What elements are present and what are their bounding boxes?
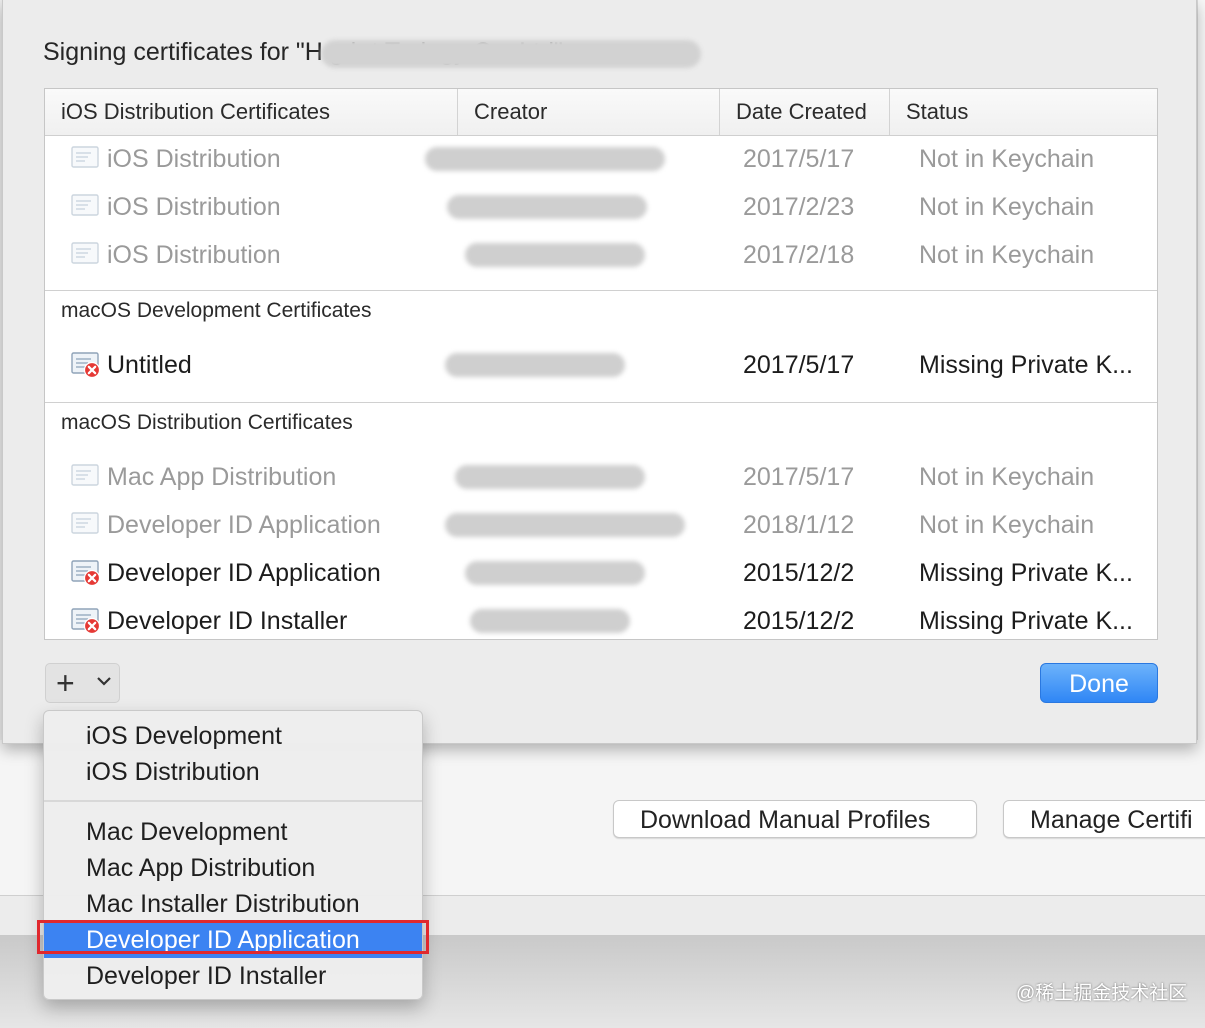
- date-created: 2017/5/17: [743, 145, 855, 173]
- menu-item-ios-distribution[interactable]: iOS Distribution: [44, 754, 422, 790]
- signing-certificates-sheet: Signing certificates for "H g h t T olog…: [2, 0, 1197, 744]
- done-button[interactable]: Done: [1040, 663, 1158, 703]
- menu-item-mac-installer-distribution[interactable]: Mac Installer Distribution: [44, 886, 422, 922]
- certificate-name: iOS Distribution: [107, 193, 281, 221]
- certificates-table: iOS Distribution Certificates Creator Da…: [44, 88, 1158, 640]
- redaction-mark: [321, 40, 701, 68]
- certificate-name: iOS Distribution: [107, 241, 281, 269]
- menu-item-mac-development[interactable]: Mac Development: [44, 814, 422, 850]
- certificate-icon: [71, 242, 99, 264]
- date-created: 2015/12/2: [743, 559, 855, 587]
- certificate-name: Untitled: [107, 351, 192, 379]
- table-header: iOS Distribution Certificates Creator Da…: [45, 89, 1157, 136]
- creator-redaction: [470, 609, 630, 633]
- section-separator: [45, 402, 1157, 403]
- creator-redaction: [425, 147, 665, 171]
- table-row[interactable]: iOS Distribution 2017/2/18 Not in Keychain: [45, 231, 1157, 279]
- certificate-icon: [71, 464, 99, 486]
- certificate-icon: [71, 194, 99, 216]
- add-certificate-menu: iOS Development iOS Distribution Mac Dev…: [43, 710, 423, 1000]
- table-row[interactable]: Developer ID Application 2015/12/2 Missing…: [45, 549, 1157, 597]
- certificate-name: Mac App Distribution: [107, 463, 337, 491]
- column-header-certificate[interactable]: iOS Distribution Certificates: [45, 89, 458, 135]
- creator-redaction: [465, 243, 645, 267]
- table-row[interactable]: iOS Distribution 2017/5/17 Not in Keychain: [45, 135, 1157, 183]
- certificate-status: Not in Keychain: [919, 241, 1095, 269]
- certificate-status: Missing Private K...: [919, 559, 1133, 587]
- column-header-date-created[interactable]: Date Created: [720, 89, 890, 135]
- date-created: 2015/12/2: [743, 607, 855, 635]
- certificate-icon: [71, 512, 99, 534]
- background-window-edge: [1197, 0, 1205, 740]
- certificate-status: Not in Keychain: [919, 145, 1095, 173]
- plus-icon: +: [56, 665, 75, 701]
- section-title: macOS Distribution Certificates: [61, 411, 353, 434]
- menu-item-developer-id-installer[interactable]: Developer ID Installer: [44, 958, 422, 994]
- chevron-down-icon: [97, 677, 111, 686]
- table-row[interactable]: Developer ID Application 2018/1/12 Not in …: [45, 501, 1157, 549]
- date-created: 2017/5/17: [743, 463, 855, 491]
- date-created: 2017/5/17: [743, 351, 855, 379]
- table-row[interactable]: Developer ID Installer 2015/12/2 Missing P…: [45, 597, 1157, 639]
- creator-redaction: [447, 195, 647, 219]
- creator-redaction: [455, 465, 645, 489]
- certificate-icon: [71, 146, 99, 168]
- creator-redaction: [465, 561, 645, 585]
- certificate-status: Missing Private K...: [919, 351, 1133, 379]
- menu-separator: [44, 800, 422, 802]
- section-separator: [45, 290, 1157, 291]
- column-header-creator[interactable]: Creator: [458, 89, 720, 135]
- certificate-name: Developer ID Application: [107, 559, 381, 587]
- section-title: macOS Development Certificates: [61, 299, 372, 322]
- creator-redaction: [445, 353, 625, 377]
- table-row[interactable]: Untitled 2017/5/17 Missing Private K...: [45, 341, 1157, 389]
- date-created: 2017/2/18: [743, 241, 855, 269]
- download-manual-profiles-button[interactable]: Download Manual Profiles: [613, 800, 977, 838]
- watermark: @稀土掘金技术社区: [1016, 983, 1188, 1004]
- date-created: 2017/2/23: [743, 193, 855, 221]
- certificate-name: Developer ID Application: [107, 511, 381, 539]
- creator-redaction: [445, 513, 685, 537]
- menu-item-ios-development[interactable]: iOS Development: [44, 718, 422, 754]
- certificate-name: Developer ID Installer: [107, 607, 348, 635]
- highlight-annotation: [37, 920, 429, 954]
- table-row[interactable]: Mac App Distribution 2017/5/17 Not in Keyc…: [45, 453, 1157, 501]
- date-created: 2018/1/12: [743, 511, 855, 539]
- column-header-status[interactable]: Status: [890, 89, 1157, 135]
- manage-certificates-button[interactable]: Manage Certifi: [1003, 800, 1205, 838]
- add-certificate-button[interactable]: +: [45, 663, 120, 703]
- table-row[interactable]: iOS Distribution 2017/2/23 Not in Keychain: [45, 183, 1157, 231]
- certificate-status: Missing Private K...: [919, 607, 1133, 635]
- certificate-error-icon: [71, 560, 101, 587]
- certificate-name: iOS Distribution: [107, 145, 281, 173]
- certificate-status: Not in Keychain: [919, 193, 1095, 221]
- certificate-error-icon: [71, 352, 101, 379]
- certificate-error-icon: [71, 608, 101, 635]
- certificate-status: Not in Keychain: [919, 463, 1095, 491]
- certificate-status: Not in Keychain: [919, 511, 1095, 539]
- menu-item-mac-app-distribution[interactable]: Mac App Distribution: [44, 850, 422, 886]
